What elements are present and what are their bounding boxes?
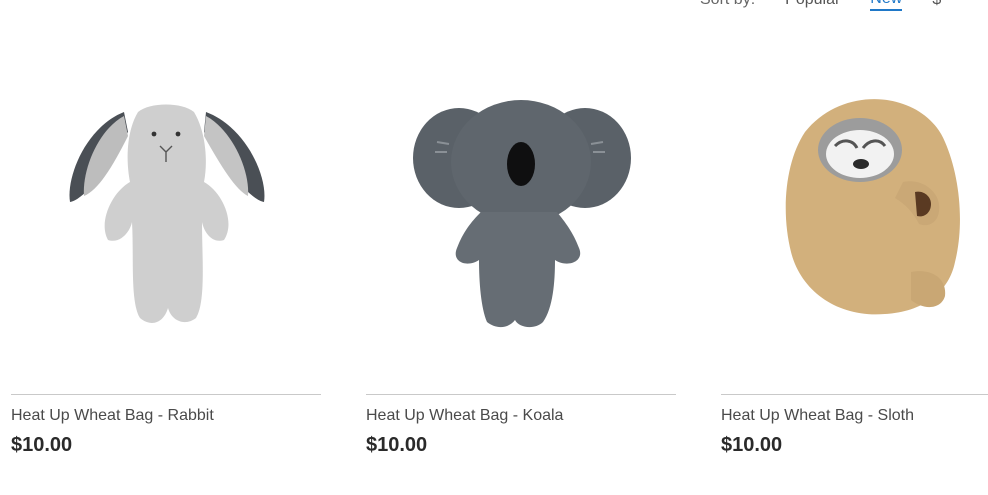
product-title[interactable]: Heat Up Wheat Bag - Sloth <box>721 407 914 425</box>
koala-plush-icon <box>413 100 631 328</box>
product-price: $10.00 <box>721 434 783 456</box>
product-card-rabbit[interactable]: Heat Up Wheat Bag - Rabbit $10.00 <box>11 0 321 495</box>
sloth-plush-icon <box>785 99 960 315</box>
rabbit-plush-icon <box>69 104 265 323</box>
product-image-rabbit[interactable] <box>11 52 321 352</box>
product-image-koala[interactable] <box>366 52 676 352</box>
product-price: $10.00 <box>11 434 73 456</box>
card-divider <box>721 394 988 395</box>
product-price: $10.00 <box>366 434 428 456</box>
product-image-sloth[interactable] <box>721 52 988 352</box>
card-divider <box>11 394 321 395</box>
product-card-sloth[interactable]: Heat Up Wheat Bag - Sloth $10.00 <box>721 0 988 495</box>
card-divider <box>366 394 676 395</box>
product-grid: Heat Up Wheat Bag - Rabbit $10.00 Heat U… <box>11 0 988 495</box>
product-title[interactable]: Heat Up Wheat Bag - Koala <box>366 407 563 425</box>
product-card-koala[interactable]: Heat Up Wheat Bag - Koala $10.00 <box>366 0 676 495</box>
product-title[interactable]: Heat Up Wheat Bag - Rabbit <box>11 407 214 425</box>
